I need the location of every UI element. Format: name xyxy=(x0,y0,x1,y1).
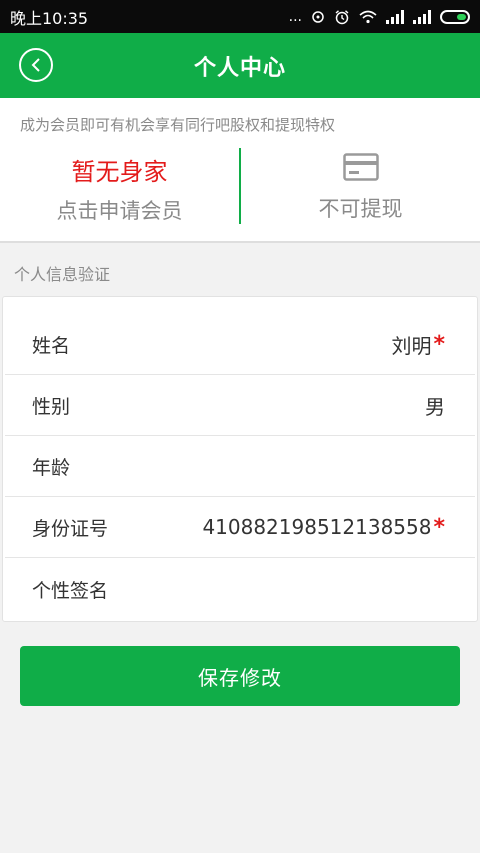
withdraw-label: 不可提现 xyxy=(318,197,403,221)
section-title: 个人信息验证 xyxy=(14,265,111,284)
gender-text: 男 xyxy=(425,394,445,419)
bank-card-icon xyxy=(342,153,379,181)
alarm-icon xyxy=(335,9,349,24)
id-number-row[interactable]: 身份证号 410882198512138558 * xyxy=(5,497,475,558)
signal-icon xyxy=(386,9,404,24)
member-status: 暂无身家 xyxy=(71,157,168,186)
signal-icon-2 xyxy=(413,9,431,24)
chevron-left-icon xyxy=(31,58,40,72)
save-button[interactable]: 保存修改 xyxy=(20,646,460,706)
signature-row[interactable]: 个性签名 xyxy=(5,558,475,621)
gender-value: 男 xyxy=(425,391,445,420)
apply-member-label: 点击申请会员 xyxy=(56,198,183,223)
signature-label: 个性签名 xyxy=(32,580,109,602)
id-number-label: 身份证号 xyxy=(32,517,109,540)
member-tip: 成为会员即可有机会享有同行吧股权和提现特权 xyxy=(20,116,336,134)
battery-icon xyxy=(440,9,470,24)
status-bar: 晚上10:35 ... xyxy=(0,0,480,33)
sync-icon xyxy=(312,10,324,23)
page-title: 个人中心 xyxy=(193,55,286,81)
id-number-text: 410882198512138558 xyxy=(202,515,432,539)
age-label: 年龄 xyxy=(32,456,71,479)
age-row[interactable]: 年龄 xyxy=(5,436,475,497)
back-button[interactable] xyxy=(19,48,53,82)
name-label: 姓名 xyxy=(32,334,71,357)
name-value: 刘明 * xyxy=(391,330,445,359)
name-text: 刘明 xyxy=(391,333,432,358)
status-icons: ... xyxy=(289,9,470,25)
required-mark: * xyxy=(433,514,445,540)
member-card: 成为会员即可有机会享有同行吧股权和提现特权 暂无身家 点击申请会员 不可提现 xyxy=(0,98,480,243)
member-row: 暂无身家 点击申请会员 不可提现 xyxy=(0,138,480,238)
gender-label: 性别 xyxy=(32,395,71,418)
status-time: 晚上10:35 xyxy=(10,8,89,28)
apply-member-button[interactable]: 暂无身家 点击申请会员 xyxy=(0,138,239,238)
required-mark: * xyxy=(433,331,445,357)
id-number-value: 410882198512138558 * xyxy=(202,515,445,540)
app-header: 个人中心 xyxy=(0,33,480,98)
gender-row[interactable]: 性别 男 xyxy=(5,375,475,436)
withdraw-section: 不可提现 xyxy=(241,138,480,238)
info-card: 姓名 刘明 * 性别 男 年龄 身份证号 410882198512138558 … xyxy=(2,296,478,622)
wifi-icon xyxy=(359,10,377,23)
name-row[interactable]: 姓名 刘明 * xyxy=(5,314,475,375)
more-dots-icon: ... xyxy=(288,8,302,25)
